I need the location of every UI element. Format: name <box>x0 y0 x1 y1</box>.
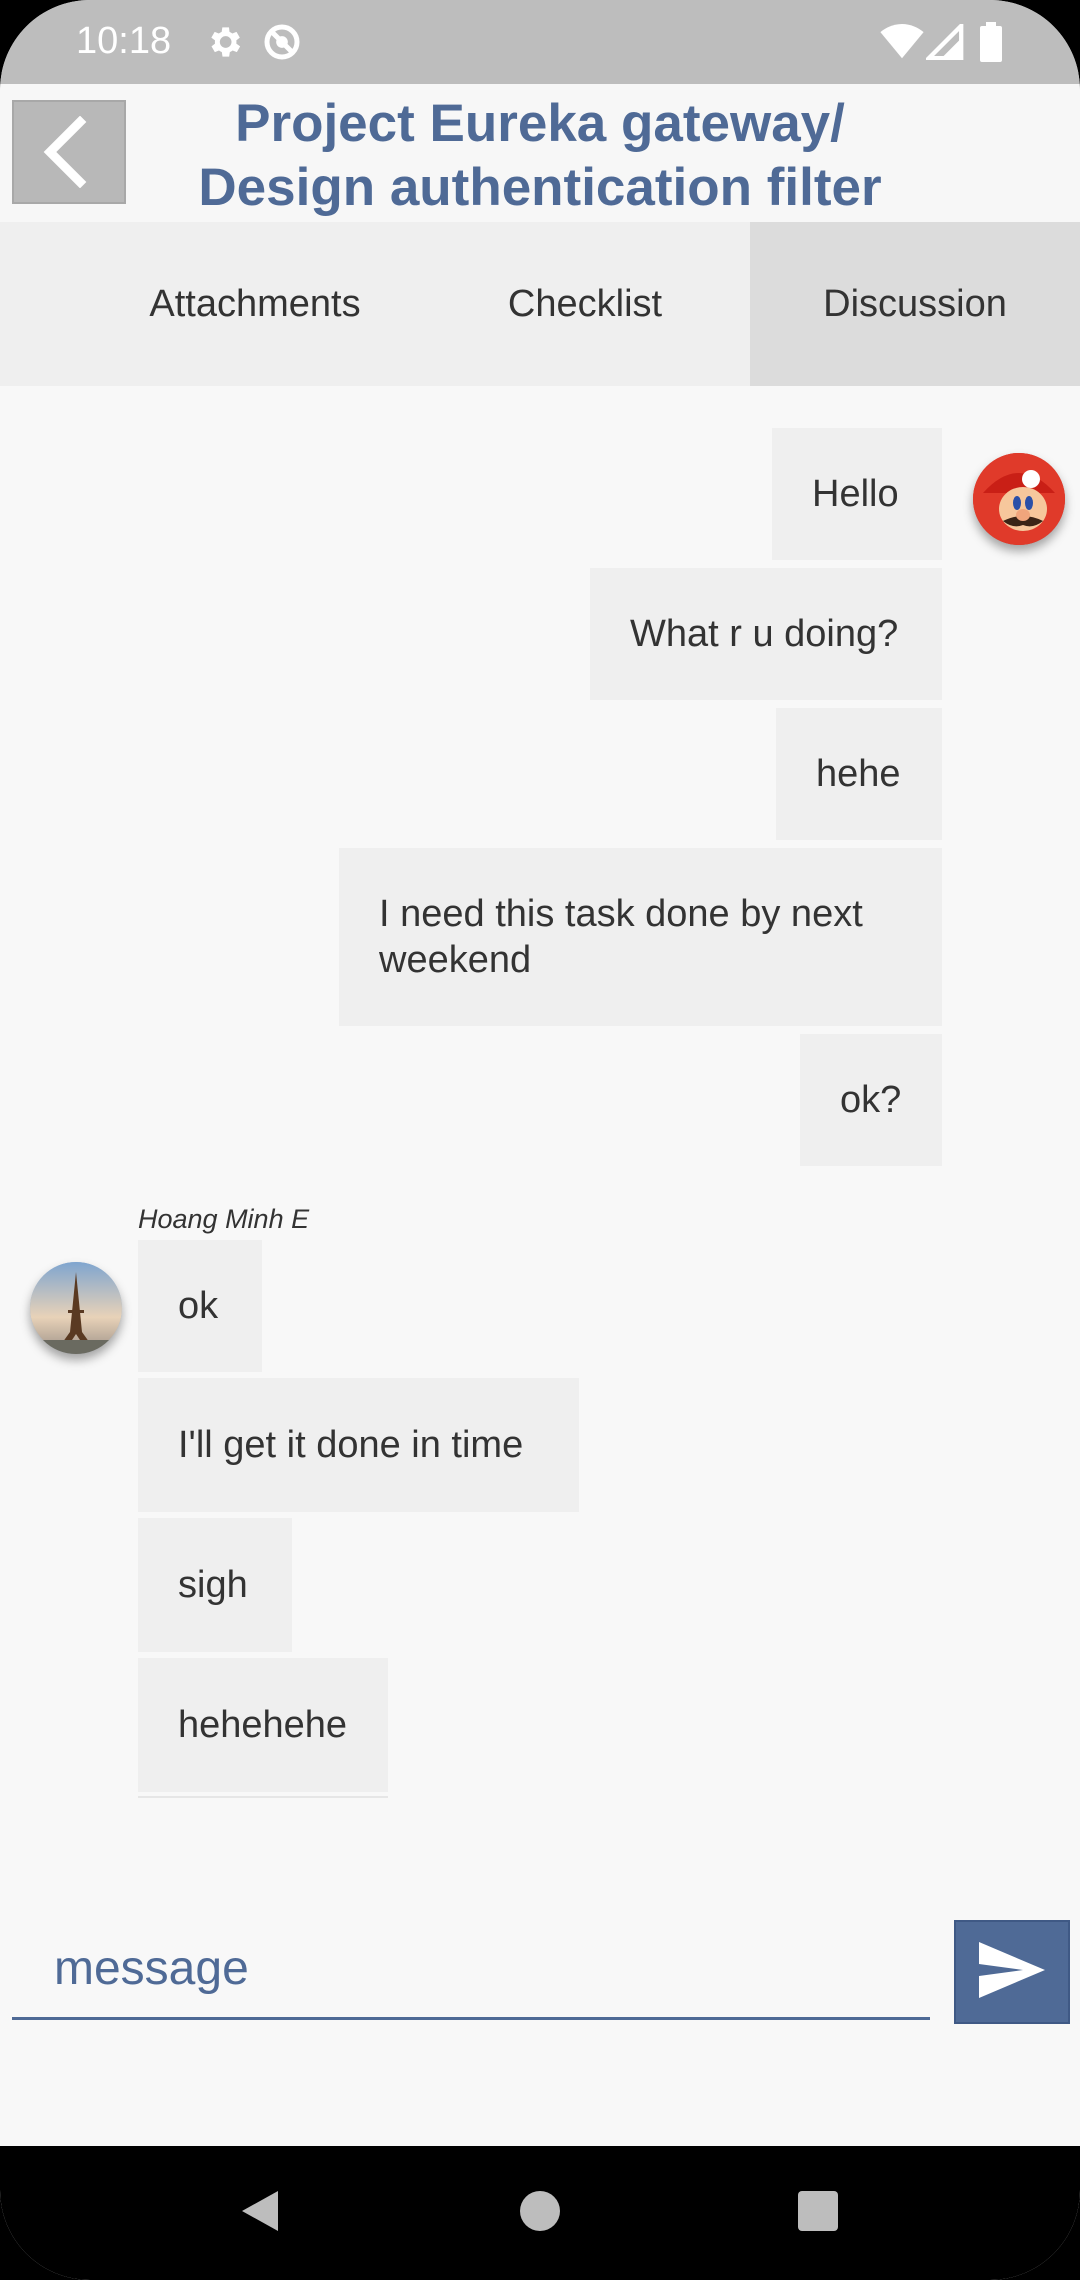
nav-back-button[interactable] <box>200 2146 320 2280</box>
wifi-icon <box>880 24 924 65</box>
battery-icon <box>980 22 1002 67</box>
avatar[interactable] <box>973 453 1065 545</box>
app-header: Project Eureka gateway/ Design authentic… <box>0 84 1080 222</box>
tab-discussion[interactable]: Discussion <box>750 222 1080 386</box>
outgoing-message[interactable]: What r u doing? <box>590 568 942 700</box>
message-input[interactable] <box>12 1920 930 2020</box>
incoming-message[interactable]: I'll get it done in time <box>138 1378 579 1512</box>
incoming-message[interactable]: hehehehe <box>138 1658 388 1792</box>
circle-home-icon <box>518 2189 562 2238</box>
nav-home-button[interactable] <box>480 2146 600 2280</box>
incoming-message[interactable]: sigh <box>138 1518 292 1652</box>
chevron-left-icon <box>36 115 96 193</box>
outgoing-message[interactable]: hehe <box>776 708 942 840</box>
sender-name: Hoang Minh E <box>138 1204 310 1234</box>
page-title: Project Eureka gateway/ Design authentic… <box>130 92 950 220</box>
message-divider <box>138 1796 388 1798</box>
status-time: 10:18 <box>76 20 172 62</box>
tab-checklist[interactable]: Checklist <box>420 222 750 386</box>
avatar[interactable] <box>30 1262 122 1354</box>
signal-icon <box>923 20 964 65</box>
send-icon <box>977 1940 1047 2005</box>
sync-disabled-icon <box>262 22 302 67</box>
gear-icon <box>204 22 244 67</box>
page-title-line-2: Design authentication filter <box>198 158 882 217</box>
triangle-back-icon <box>238 2187 282 2240</box>
page-title-line-1: Project Eureka gateway/ <box>235 94 845 153</box>
square-recents-icon <box>797 2190 839 2237</box>
back-button[interactable] <box>12 100 126 204</box>
status-bar: 10:18 <box>0 0 1080 84</box>
send-button[interactable] <box>954 1920 1070 2024</box>
tab-attachments[interactable]: Attachments <box>90 222 420 386</box>
outgoing-message[interactable]: Hello <box>772 428 942 560</box>
incoming-message[interactable]: ok <box>138 1240 262 1372</box>
nav-recents-button[interactable] <box>758 2146 878 2280</box>
app-screen: 10:18 Project Eureka gateway/ Design aut… <box>0 0 1080 2280</box>
system-nav-bar <box>0 2146 1080 2280</box>
tab-bar: Attachments Checklist Discussion <box>0 222 1080 386</box>
outgoing-message[interactable]: I need this task done by next weekend <box>339 848 942 1026</box>
outgoing-message[interactable]: ok? <box>800 1034 942 1166</box>
